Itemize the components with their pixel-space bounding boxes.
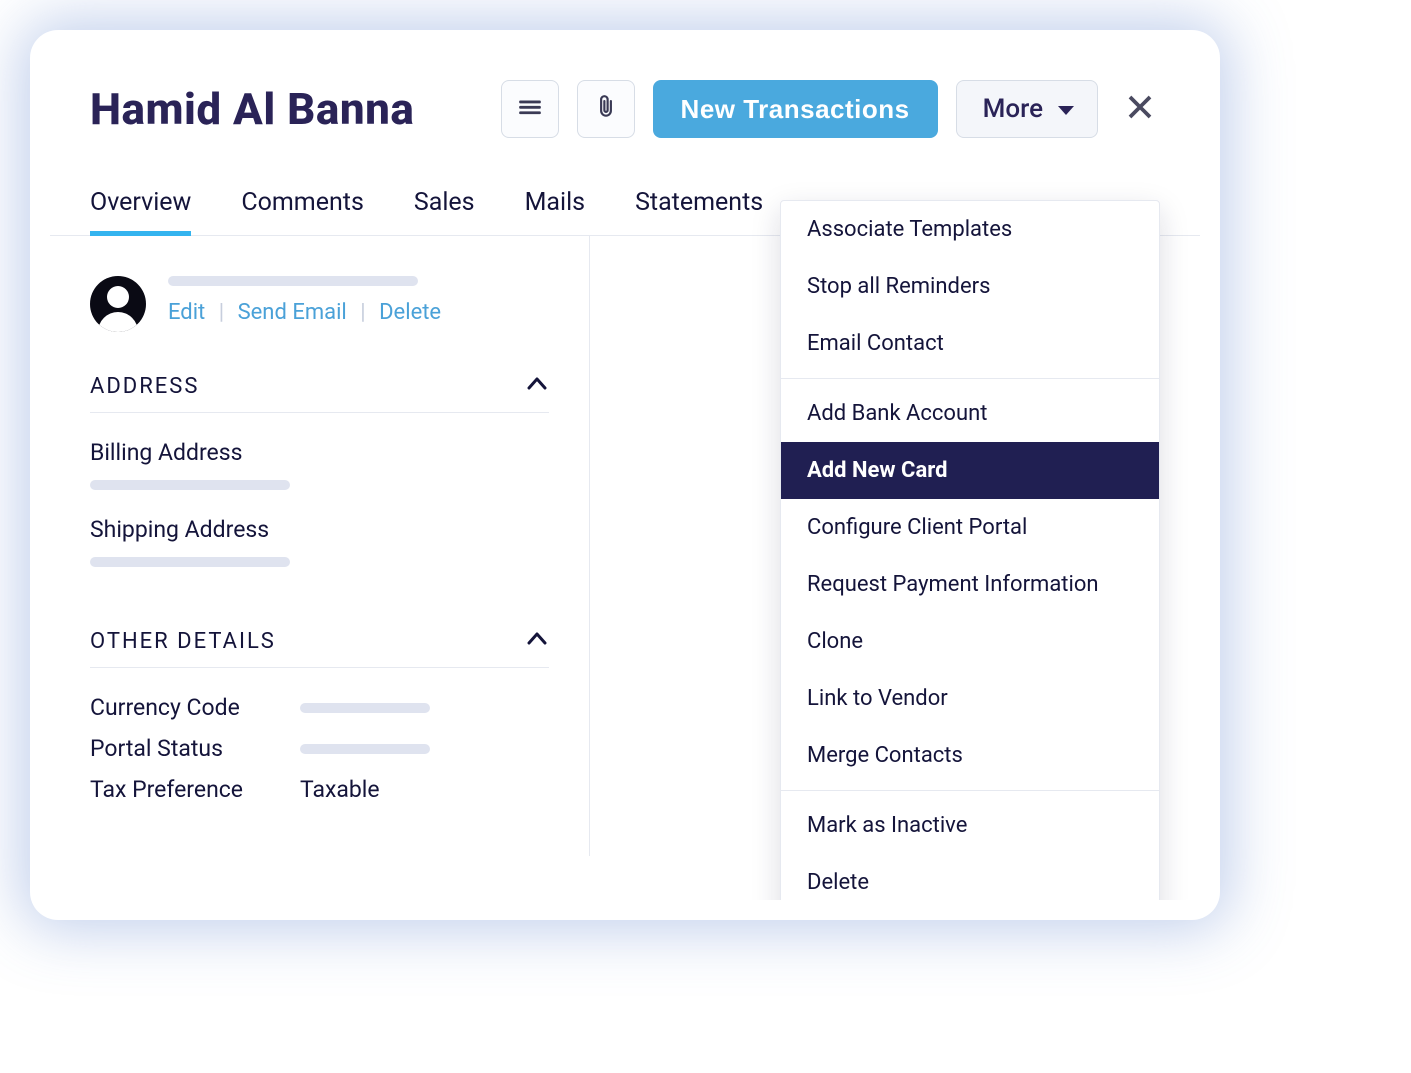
menu-divider xyxy=(781,378,1159,379)
chevron-up-icon xyxy=(525,627,549,655)
menu-link-to-vendor[interactable]: Link to Vendor xyxy=(781,670,1159,727)
address-section-header[interactable]: ADDRESS xyxy=(90,372,549,413)
send-email-link[interactable]: Send Email xyxy=(238,300,347,325)
menu-divider xyxy=(781,790,1159,791)
menu-clone[interactable]: Clone xyxy=(781,613,1159,670)
more-dropdown-menu: Associate Templates Stop all Reminders E… xyxy=(780,200,1160,900)
currency-code-value xyxy=(300,703,549,713)
address-section-title: ADDRESS xyxy=(90,374,199,399)
tax-preference-label: Tax Preference xyxy=(90,776,300,803)
tab-comments[interactable]: Comments xyxy=(241,188,364,235)
menu-merge-contacts[interactable]: Merge Contacts xyxy=(781,727,1159,784)
menu-delete[interactable]: Delete xyxy=(781,854,1159,900)
menu-add-new-card[interactable]: Add New Card xyxy=(781,442,1159,499)
more-button-label: More xyxy=(983,94,1043,124)
paperclip-icon xyxy=(593,94,619,124)
billing-address-label: Billing Address xyxy=(90,439,549,466)
new-transactions-button[interactable]: New Transactions xyxy=(653,80,938,138)
overview-left-column: Edit | Send Email | Delete ADDRESS Billi… xyxy=(50,236,590,856)
tab-overview[interactable]: Overview xyxy=(90,188,191,235)
menu-lines-icon xyxy=(517,94,543,124)
contact-action-links: Edit | Send Email | Delete xyxy=(168,300,549,325)
menu-email-contact[interactable]: Email Contact xyxy=(781,315,1159,372)
contact-name-placeholder xyxy=(168,276,418,286)
menu-associate-templates[interactable]: Associate Templates xyxy=(781,201,1159,258)
header: Hamid Al Banna New Transactions More xyxy=(50,50,1200,138)
shipping-address-placeholder xyxy=(90,557,290,567)
toggle-lines-button[interactable] xyxy=(501,80,559,138)
contact-window: Hamid Al Banna New Transactions More Ove… xyxy=(50,50,1200,900)
close-button[interactable] xyxy=(1120,89,1160,129)
tax-preference-value: Taxable xyxy=(300,776,549,803)
chevron-up-icon xyxy=(525,372,549,400)
avatar xyxy=(90,276,146,332)
menu-configure-client-portal[interactable]: Configure Client Portal xyxy=(781,499,1159,556)
menu-add-bank-account[interactable]: Add Bank Account xyxy=(781,385,1159,442)
other-details-grid: Currency Code Portal Status Tax Preferen… xyxy=(90,694,549,803)
tab-mails[interactable]: Mails xyxy=(525,188,586,235)
other-details-section-title: OTHER DETAILS xyxy=(90,629,276,654)
portal-status-value xyxy=(300,744,549,754)
attachments-button[interactable] xyxy=(577,80,635,138)
delete-link[interactable]: Delete xyxy=(379,300,441,325)
tab-statements[interactable]: Statements xyxy=(635,188,763,235)
menu-stop-all-reminders[interactable]: Stop all Reminders xyxy=(781,258,1159,315)
menu-request-payment-information[interactable]: Request Payment Information xyxy=(781,556,1159,613)
billing-address-placeholder xyxy=(90,480,290,490)
page-title: Hamid Al Banna xyxy=(90,83,414,135)
caret-down-icon xyxy=(1057,94,1075,124)
portal-status-label: Portal Status xyxy=(90,735,300,762)
close-icon xyxy=(1125,92,1155,126)
currency-code-label: Currency Code xyxy=(90,694,300,721)
menu-mark-as-inactive[interactable]: Mark as Inactive xyxy=(781,797,1159,854)
tab-sales[interactable]: Sales xyxy=(414,188,475,235)
other-details-section-header[interactable]: OTHER DETAILS xyxy=(90,627,549,668)
more-button[interactable]: More xyxy=(956,80,1098,138)
shipping-address-label: Shipping Address xyxy=(90,516,549,543)
edit-link[interactable]: Edit xyxy=(168,300,205,325)
